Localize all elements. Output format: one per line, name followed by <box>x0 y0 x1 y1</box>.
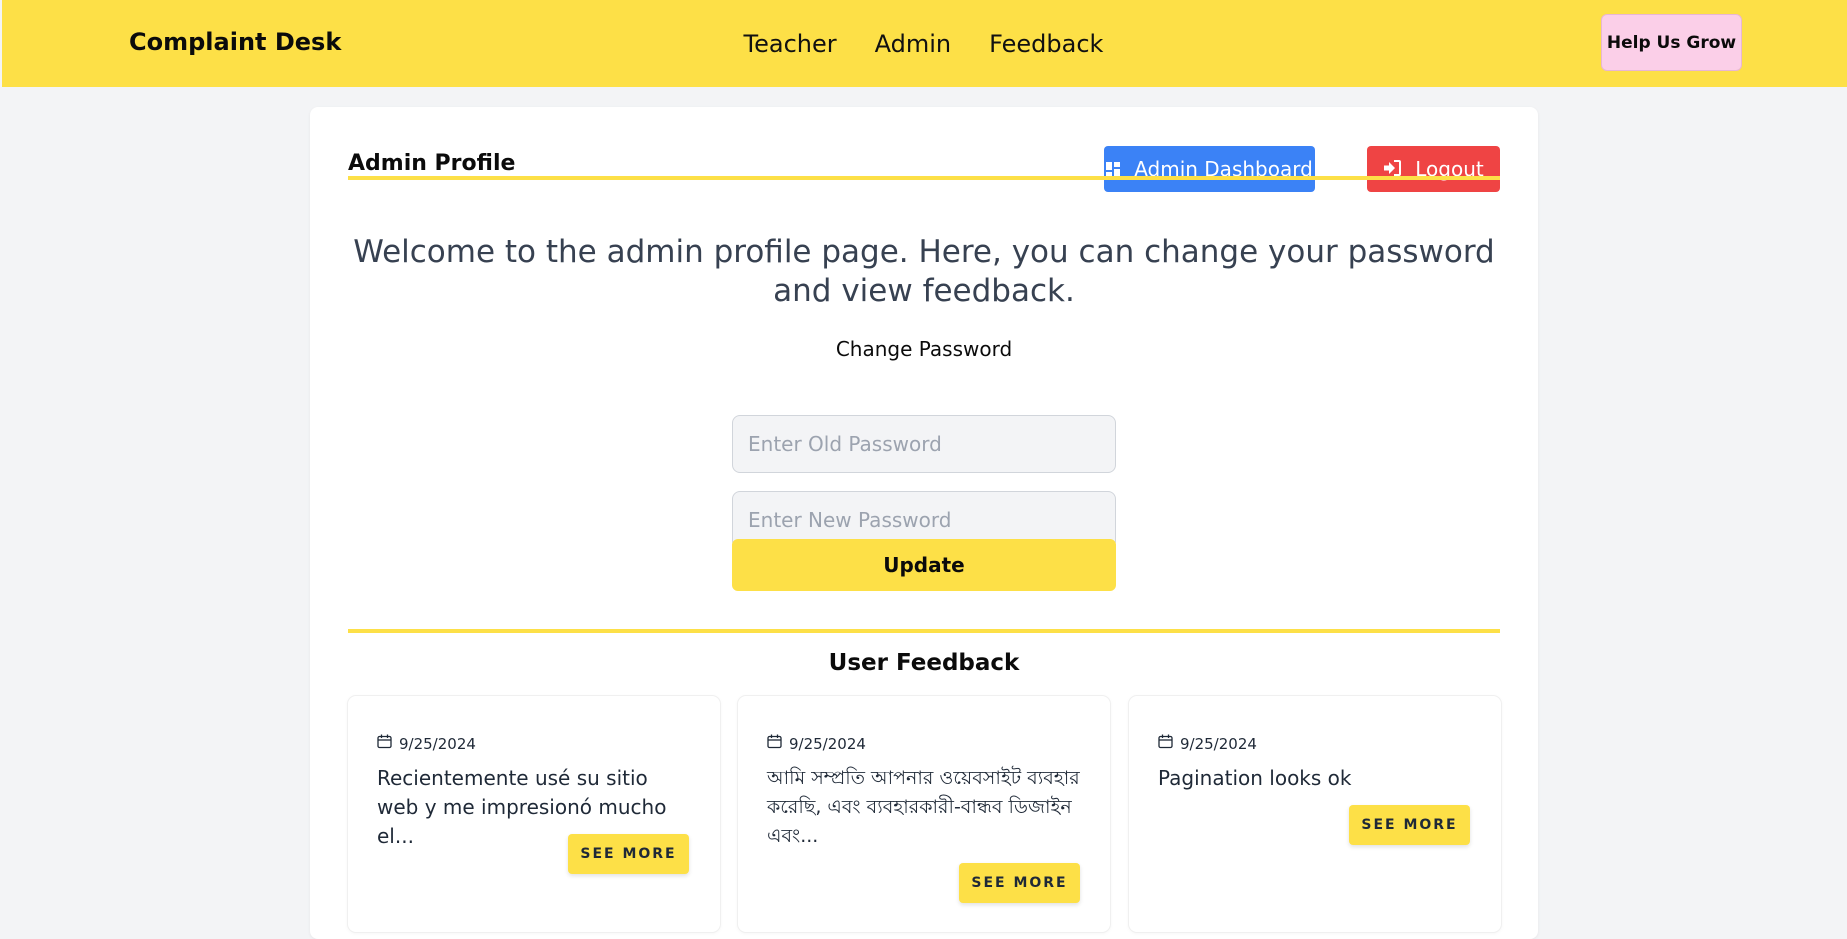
nav-link-teacher[interactable]: Teacher <box>744 2 837 86</box>
feedback-text: Pagination looks ok <box>1158 766 1352 790</box>
admin-dashboard-button[interactable]: Admin Dashboard <box>1104 146 1315 192</box>
logout-button[interactable]: Logout <box>1367 146 1500 192</box>
change-password-label: Change Password <box>835 337 1013 361</box>
feedback-date: 9/25/2024 <box>767 734 866 753</box>
feedback-date-text: 9/25/2024 <box>399 734 476 753</box>
feedback-divider <box>348 629 1500 633</box>
feedback-date-text: 9/25/2024 <box>1180 734 1257 753</box>
see-more-button[interactable]: SEE MORE <box>568 834 689 874</box>
feedback-card: 9/25/2024 Recientemente usé su sitio web… <box>348 696 720 932</box>
nav-link-feedback[interactable]: Feedback <box>989 2 1103 86</box>
old-password-input[interactable] <box>732 415 1116 473</box>
feedback-card: 9/25/2024 আমি সম্প্রতি আপনার ওয়েবসাইট ব… <box>738 696 1110 932</box>
user-feedback-heading: User Feedback <box>828 650 1020 676</box>
feedback-date-text: 9/25/2024 <box>789 734 866 753</box>
admin-profile-card: Admin Profile Admin Dashboard Logout Wel… <box>310 107 1538 939</box>
header-divider <box>348 176 1500 180</box>
feedback-date: 9/25/2024 <box>377 734 476 753</box>
nav-link-admin[interactable]: Admin <box>875 2 952 86</box>
top-navbar: Complaint Desk Teacher Admin Feedback He… <box>2 0 1847 87</box>
feedback-date: 9/25/2024 <box>1158 734 1257 753</box>
calendar-icon <box>767 734 782 753</box>
help-us-grow-button[interactable]: Help Us Grow <box>1601 14 1742 71</box>
update-button[interactable]: Update <box>732 539 1116 591</box>
welcome-message: Welcome to the admin profile page. Here,… <box>353 234 1495 309</box>
calendar-icon <box>1158 734 1173 753</box>
feedback-card: 9/25/2024 Pagination looks ok SEE MORE <box>1129 696 1501 932</box>
see-more-button[interactable]: SEE MORE <box>1349 805 1470 845</box>
page-title: Admin Profile <box>348 151 516 176</box>
feedback-text: আমি সম্প্রতি আপনার ওয়েবসাইট ব্যবহার করে… <box>767 767 1080 847</box>
see-more-button[interactable]: SEE MORE <box>959 863 1080 903</box>
nav-links: Teacher Admin Feedback <box>2 0 1847 87</box>
calendar-icon <box>377 734 392 753</box>
